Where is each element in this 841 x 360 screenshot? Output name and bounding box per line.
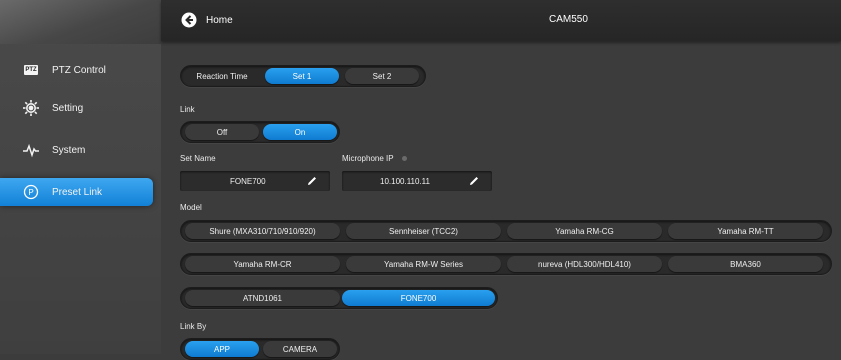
pencil-icon[interactable] — [468, 175, 480, 187]
sidebar-logo-area — [0, 0, 161, 44]
link-label: Link — [180, 105, 195, 114]
set-name-field[interactable]: FONE700 — [180, 171, 330, 191]
sidebar-item-label: PTZ Control — [52, 64, 106, 76]
pulse-icon — [22, 141, 40, 159]
main-content: Reaction Time Set 1 Set 2 Link Off On Se… — [161, 41, 841, 360]
model-option[interactable]: Sennheiser (TCC2) — [346, 223, 501, 239]
sidebar-item-preset-link[interactable]: P Preset Link — [0, 178, 153, 206]
link-toggle: Off On — [180, 121, 340, 143]
model-option[interactable]: Yamaha RM-TT — [668, 223, 823, 239]
set-name-value: FONE700 — [230, 176, 266, 186]
link-on-option[interactable]: On — [263, 124, 337, 140]
sidebar-item-setting[interactable]: Setting — [22, 98, 83, 118]
sidebar-item-ptz-control[interactable]: PTZ PTZ Control — [22, 60, 106, 80]
microphone-ip-value: 10.100.110.11 — [380, 176, 430, 186]
model-label: Model — [180, 203, 202, 212]
link-by-toggle: APP CAMERA — [180, 338, 340, 360]
model-option[interactable]: Yamaha RM-CG — [507, 223, 662, 239]
home-button[interactable]: Home — [181, 12, 233, 28]
reaction-time-label: Reaction Time — [196, 71, 248, 81]
home-label: Home — [206, 14, 233, 26]
sidebar: PTZ PTZ Control Setting System P Preset … — [0, 0, 161, 354]
link-by-app-option[interactable]: APP — [185, 341, 259, 357]
sidebar-item-system[interactable]: System — [22, 140, 85, 160]
set2-option[interactable]: Set 2 — [345, 68, 419, 84]
microphone-ip-label: Microphone IP — [342, 154, 407, 163]
set1-option[interactable]: Set 1 — [265, 68, 339, 84]
model-option[interactable]: nureva (HDL300/HDL410) — [507, 256, 662, 272]
device-title: CAM550 — [549, 14, 588, 25]
model-option-selected[interactable]: FONE700 — [342, 290, 495, 306]
svg-text:P: P — [28, 188, 33, 197]
model-option[interactable]: Yamaha RM-CR — [185, 256, 340, 272]
pencil-icon[interactable] — [306, 175, 318, 187]
model-option[interactable]: ATND1061 — [185, 290, 340, 306]
gear-icon — [22, 99, 40, 117]
set-name-label: Set Name — [180, 154, 216, 163]
model-option[interactable]: Shure (MXA310/710/910/920) — [185, 223, 340, 239]
sidebar-item-label: Setting — [52, 102, 84, 114]
microphone-ip-label-text: Microphone IP — [342, 154, 394, 163]
back-arrow-icon — [181, 12, 197, 28]
model-option[interactable]: BMA360 — [668, 256, 823, 272]
model-row-2: Yamaha RM-CR Yamaha RM-W Series nureva (… — [180, 253, 832, 275]
link-off-option[interactable]: Off — [185, 124, 259, 140]
model-row-1: Shure (MXA310/710/910/920) Sennheiser (T… — [180, 220, 832, 242]
preset-link-icon: P — [22, 183, 40, 201]
link-by-camera-option[interactable]: CAMERA — [263, 341, 337, 357]
ptz-icon: PTZ — [24, 65, 38, 75]
sidebar-item-label: System — [52, 144, 86, 156]
microphone-ip-field[interactable]: 10.100.110.11 — [342, 171, 492, 191]
top-bar: Home CAM550 — [161, 0, 841, 41]
reaction-time-group: Reaction Time Set 1 Set 2 — [180, 65, 426, 87]
status-dot-icon — [401, 156, 407, 162]
link-by-label: Link By — [180, 322, 207, 331]
model-option[interactable]: Yamaha RM-W Series — [346, 256, 501, 272]
model-row-3: ATND1061 FONE700 — [180, 287, 498, 309]
sidebar-item-label: Preset Link — [52, 186, 103, 198]
